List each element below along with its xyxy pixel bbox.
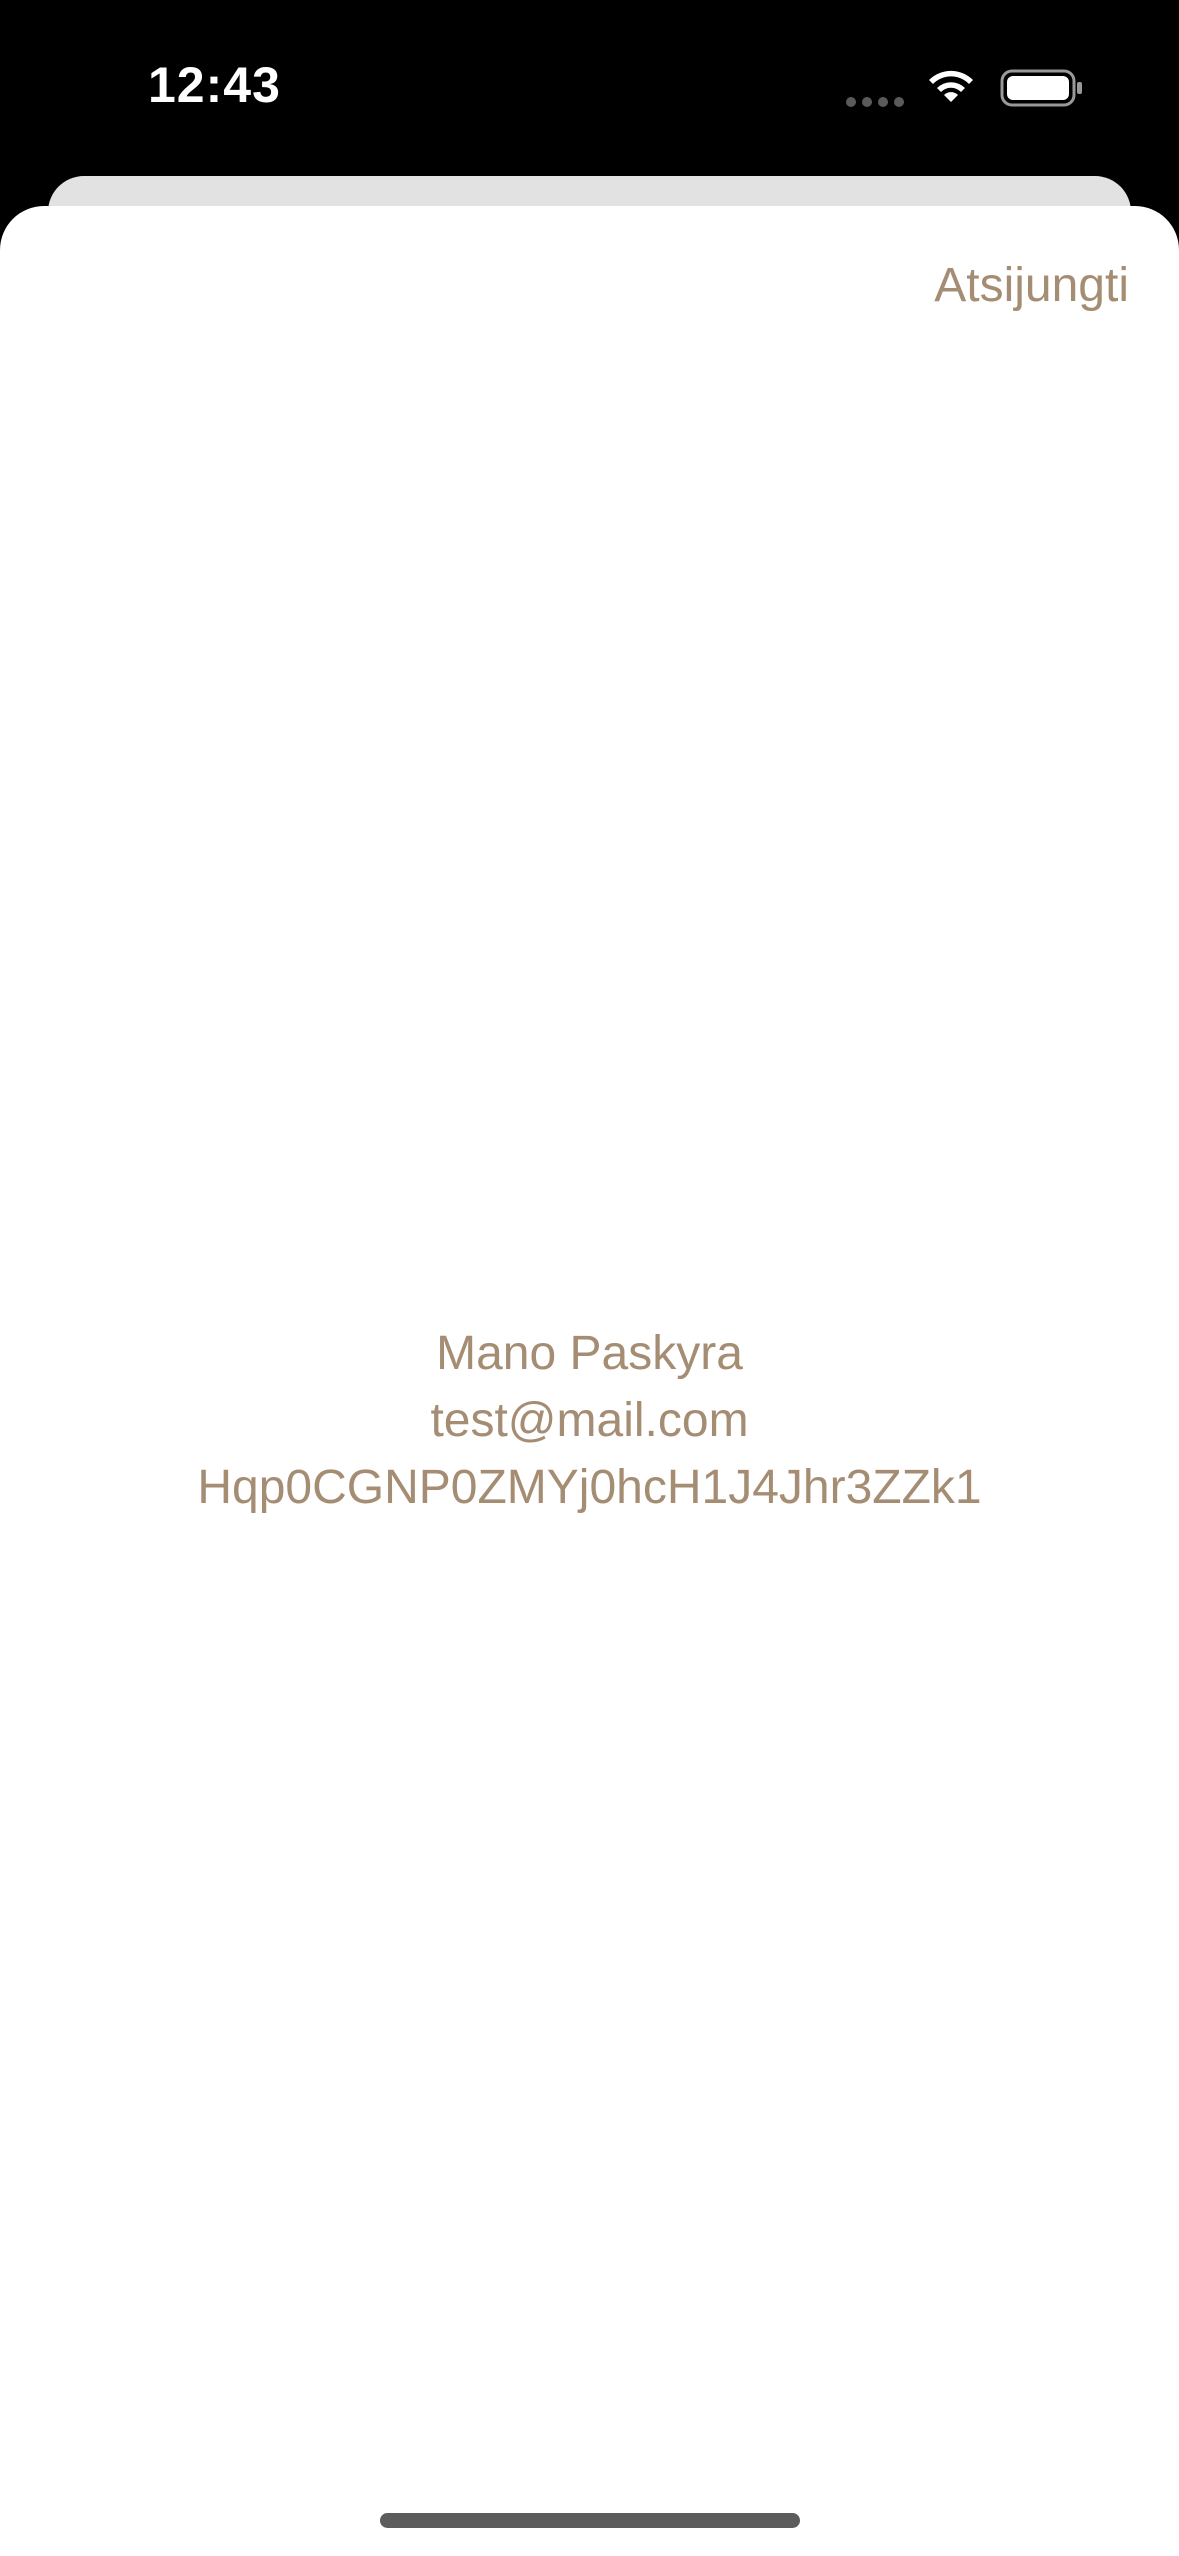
cellular-signal-icon bbox=[846, 97, 904, 107]
home-indicator bbox=[380, 2513, 800, 2528]
profile-user-id: Hqp0CGNP0ZMYj0hcH1J4Jhr3ZZk1 bbox=[197, 1461, 982, 1514]
profile-info: Mano Paskyra test@mail.com Hqp0CGNP0ZMYj… bbox=[0, 1320, 1179, 1521]
account-sheet: Atsijungti Mano Paskyra test@mail.com Hq… bbox=[0, 206, 1179, 2556]
logout-button[interactable]: Atsijungti bbox=[934, 258, 1129, 313]
wifi-icon bbox=[929, 70, 973, 102]
status-time: 12:43 bbox=[148, 57, 281, 113]
profile-email: test@mail.com bbox=[430, 1394, 749, 1447]
screen: 12:43 Atsijungti Mano Paskyra test@mail.… bbox=[0, 0, 1179, 2556]
profile-title: Mano Paskyra bbox=[436, 1327, 743, 1380]
battery-icon bbox=[1000, 69, 1082, 107]
status-bar: 12:43 bbox=[0, 0, 1179, 170]
